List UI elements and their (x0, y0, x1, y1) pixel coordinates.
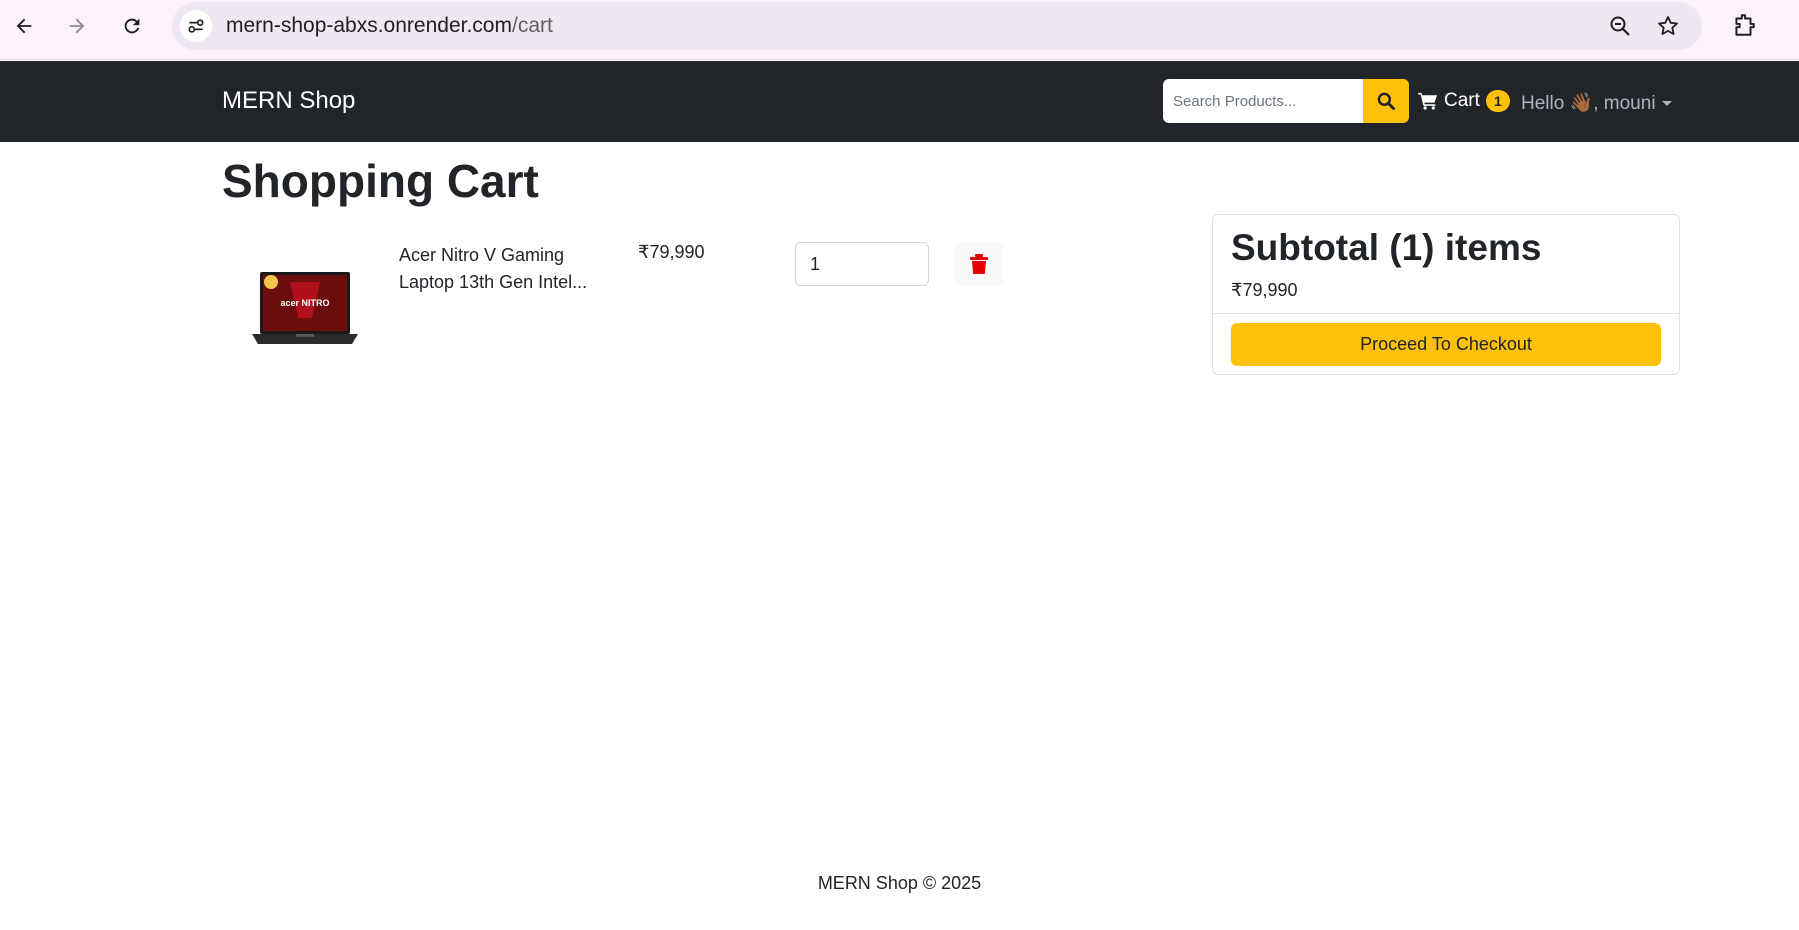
zoom-button[interactable] (1607, 13, 1633, 39)
browser-toolbar: mern-shop-abxs.onrender.com/cart (0, 0, 1799, 60)
address-bar[interactable]: mern-shop-abxs.onrender.com/cart (172, 2, 1702, 50)
shopping-cart-icon (1418, 92, 1437, 110)
page-title: Shopping Cart (222, 155, 539, 207)
chevron-down-icon (1661, 100, 1672, 106)
back-arrow-icon (16, 18, 32, 34)
search-icon (1377, 92, 1395, 110)
subtotal-price: ₹79,990 (1231, 280, 1298, 300)
quantity-select[interactable] (795, 242, 929, 286)
product-image[interactable]: acer NITRO (250, 268, 360, 350)
proceed-to-checkout-button[interactable]: Proceed To Checkout (1231, 323, 1661, 366)
cart-item: acer NITRO Acer Nitro V Gaming Laptop 13… (222, 234, 1022, 354)
forward-button[interactable] (60, 9, 94, 43)
remove-item-button[interactable] (955, 242, 1003, 286)
zoom-out-icon (1610, 16, 1630, 36)
trash-icon (970, 254, 988, 274)
site-info-icon (188, 19, 204, 33)
bookmark-star-icon (1658, 16, 1678, 35)
laptop-image-logo-text: acer NITRO (280, 298, 329, 308)
search-button[interactable] (1363, 79, 1409, 123)
user-menu-toggle[interactable]: Hello 👋🏾, mouni (1521, 91, 1672, 115)
subtotal-heading: Subtotal (1) items (1231, 227, 1542, 268)
footer-copyright: MERN Shop © 2025 (817, 873, 982, 893)
cart-label: Cart (1444, 90, 1480, 111)
product-price: ₹79,990 (638, 242, 705, 262)
product-name-link[interactable]: Acer Nitro V Gaming Laptop 13th Gen Inte… (399, 242, 599, 296)
extensions-button[interactable] (1729, 10, 1759, 40)
back-button[interactable] (7, 9, 41, 43)
site-navbar: MERN Shop Cart 1 Hello 👋🏾, mouni (0, 61, 1799, 142)
url-text[interactable]: mern-shop-abxs.onrender.com/cart (226, 14, 553, 38)
reload-icon (124, 18, 140, 34)
forward-arrow-icon (69, 18, 85, 34)
laptop-image: acer NITRO (252, 272, 358, 344)
brand-link[interactable]: MERN Shop (222, 87, 355, 115)
url-path: /cart (511, 14, 553, 37)
summary-divider (1213, 313, 1679, 314)
user-greeting: Hello 👋🏾, mouni (1521, 93, 1656, 114)
extensions-icon (1735, 14, 1755, 36)
cart-link[interactable]: Cart 1 (1418, 90, 1510, 112)
search-form (1163, 79, 1409, 123)
bookmark-button[interactable] (1655, 13, 1681, 39)
site-info-button[interactable] (180, 10, 212, 42)
reload-button[interactable] (115, 9, 149, 43)
cart-count-badge: 1 (1485, 90, 1510, 112)
url-host: mern-shop-abxs.onrender.com (226, 14, 512, 37)
order-summary-card: Subtotal (1) items ₹79,990 Proceed To Ch… (1212, 214, 1680, 375)
search-input[interactable] (1163, 79, 1363, 123)
